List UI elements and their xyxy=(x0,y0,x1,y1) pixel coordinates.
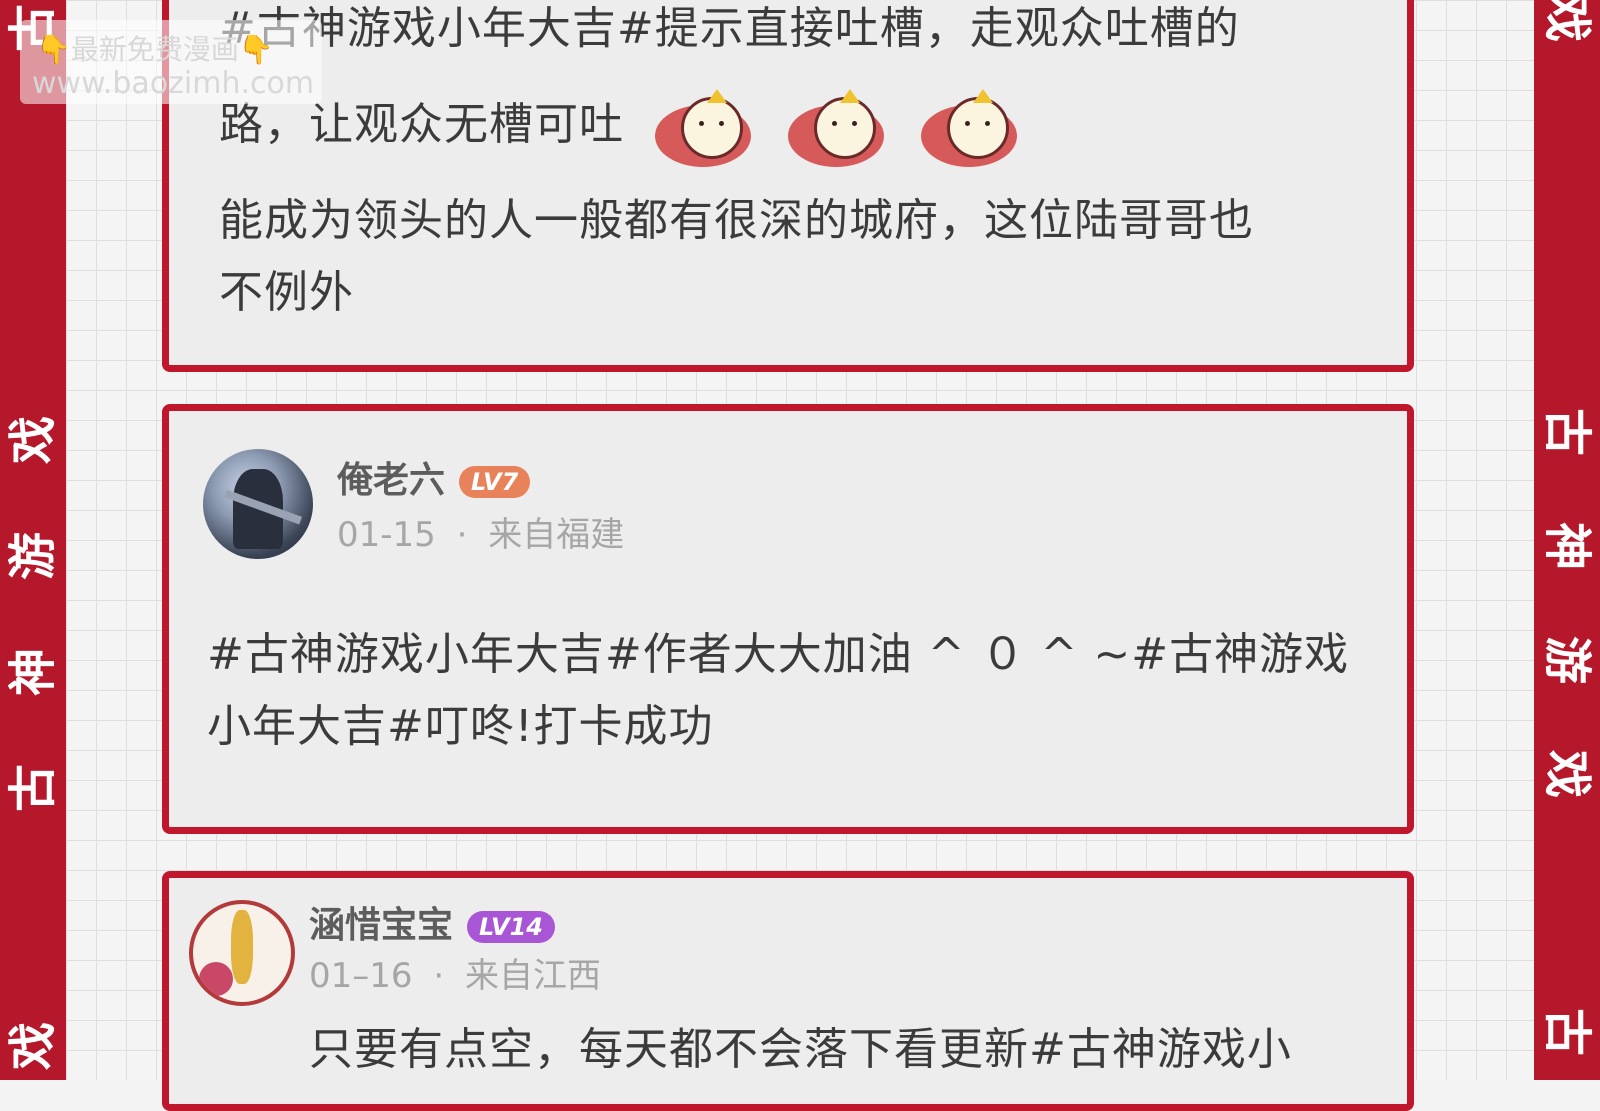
username[interactable]: 俺老六 LV7 xyxy=(337,451,531,503)
watermark: 👇最新免费漫画👇 www.baozimh.com xyxy=(20,20,322,104)
emoji-row xyxy=(655,67,1039,187)
meta-separator: · xyxy=(456,515,468,555)
bird-emoji-icon xyxy=(788,89,884,167)
comment-card: #古神游戏小年大吉#提示直接吐槽，走观众吐槽的 路，让观众无槽可吐 能成为领头的… xyxy=(162,0,1414,372)
bird-emoji-icon xyxy=(921,89,1017,167)
left-banner-strip: 古 戏 游 神 古 戏 xyxy=(0,0,66,1080)
comment-line: 只要有点空，每天都不会落下看更新#古神游戏小 xyxy=(309,1024,1292,1075)
level-badge: LV7 xyxy=(459,466,531,498)
avatar[interactable] xyxy=(189,900,295,1006)
comment-location: 来自福建 xyxy=(488,515,625,555)
level-badge: LV14 xyxy=(467,911,555,943)
comment-date: 01–16 xyxy=(309,956,413,996)
comment-location: 来自江西 xyxy=(464,956,601,996)
comment-line: 不例外 xyxy=(219,267,354,318)
banner-char: 戏 xyxy=(1539,0,1595,42)
comment-text: #古神游戏小年大吉#作者大大加油 ^ ０ ^ ~#古神游戏 小年大吉#叮咚!打卡… xyxy=(207,619,1349,763)
comment-line: 能成为领头的人一般都有很深的城府，这位陆哥哥也 xyxy=(219,195,1254,246)
banner-char: 戏 xyxy=(1539,749,1595,798)
right-banner-strip: 戏 古 神 游 戏 古 xyxy=(1534,0,1600,1080)
comment-date: 01-15 xyxy=(337,515,436,555)
bird-emoji-icon xyxy=(655,89,751,167)
banner-char: 游 xyxy=(1539,635,1595,684)
banner-char: 戏 xyxy=(5,1022,61,1071)
pointing-down-icon: 👇 xyxy=(238,33,274,66)
banner-char: 古 xyxy=(5,764,61,813)
watermark-title: 👇最新免费漫画👇 xyxy=(36,28,274,68)
avatar[interactable] xyxy=(203,449,313,559)
watermark-text: 最新免费漫画 xyxy=(70,33,239,66)
comment-card: 俺老六 LV7 01-15 · 来自福建 #古神游戏小年大吉#作者大大加油 ^ ０… xyxy=(162,404,1414,834)
banner-char: 神 xyxy=(1539,521,1595,570)
banner-char: 游 xyxy=(5,532,61,581)
meta-separator: · xyxy=(433,956,445,996)
comment-meta: 01-15 · 来自福建 xyxy=(337,507,624,556)
pointing-down-icon: 👇 xyxy=(36,33,71,66)
comment-line: #古神游戏小年大吉#作者大大加油 ^ ０ ^ ~#古神游戏 xyxy=(207,629,1350,680)
comment-text: #古神游戏小年大吉#提示直接吐槽，走观众吐槽的 路，让观众无槽可吐 能成为领头的… xyxy=(219,0,1254,329)
banner-char: 古 xyxy=(1539,1007,1595,1056)
comment-line-with-emoji: 路，让观众无槽可吐 xyxy=(219,65,1254,185)
banner-char: 神 xyxy=(5,648,61,697)
banner-char: 古 xyxy=(1539,407,1595,456)
banner-char: 戏 xyxy=(5,416,61,465)
username-text[interactable]: 俺老六 xyxy=(337,460,445,501)
comment-card: 涵惜宝宝 LV14 01–16 · 来自江西 只要有点空，每天都不会落下看更新#古… xyxy=(162,871,1414,1111)
username-text[interactable]: 涵惜宝宝 xyxy=(309,905,453,946)
watermark-url: www.baozimh.com xyxy=(32,66,315,101)
comment-line: 小年大吉#叮咚!打卡成功 xyxy=(207,701,714,752)
comment-line: #古神游戏小年大吉#提示直接吐槽，走观众吐槽的 xyxy=(219,3,1240,54)
comment-text: 只要有点空，每天都不会落下看更新#古神游戏小 xyxy=(309,1014,1292,1086)
comment-meta: 01–16 · 来自江西 xyxy=(309,948,601,997)
username[interactable]: 涵惜宝宝 LV14 xyxy=(309,896,555,948)
comment-line: 路，让观众无槽可吐 xyxy=(219,99,624,150)
